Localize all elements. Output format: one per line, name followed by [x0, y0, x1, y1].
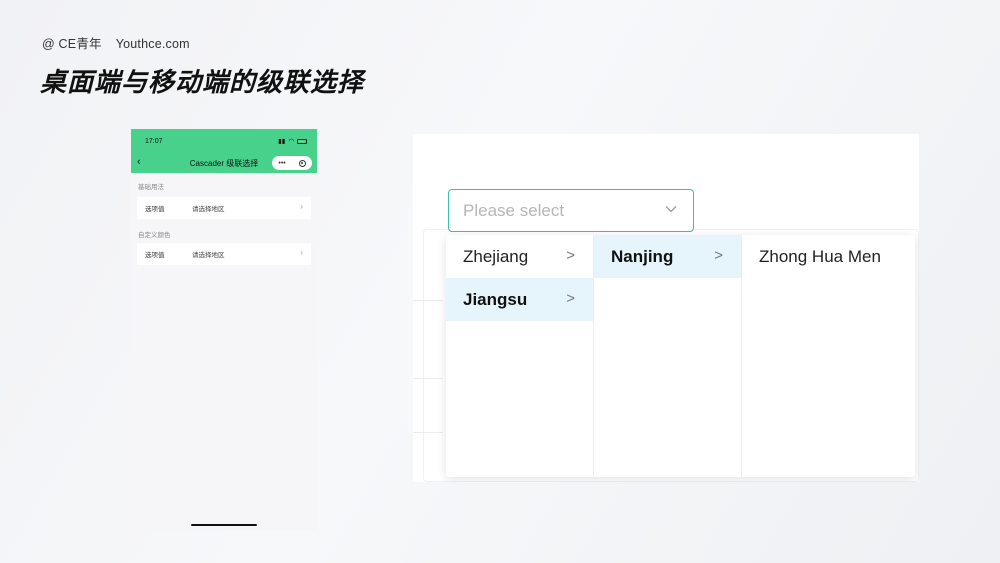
nav-title: Cascader 级联选择 [189, 158, 259, 168]
chevron-down-icon [665, 206, 677, 213]
desktop-screen: Please select Zhejiang > Jiangsu > Nanji… [413, 134, 919, 482]
cell-label: 选项值 [145, 206, 165, 213]
cascader-column-city: Nanjing > [594, 235, 742, 477]
divider [413, 432, 443, 433]
nav-bar: ‹ Cascader 级联选择 ••• [131, 153, 317, 173]
option-zhong-hua-men[interactable]: Zhong Hua Men [742, 235, 915, 278]
divider [413, 300, 443, 301]
back-icon[interactable]: ‹ [137, 156, 141, 168]
home-indicator [191, 524, 257, 526]
cell-label: 选项值 [145, 252, 165, 259]
brand-handle: @ CE青年 [42, 37, 102, 51]
cascader-dropdown: Zhejiang > Jiangsu > Nanjing > Zhong Hua… [446, 235, 915, 477]
cell-value: 请选择地区 [192, 206, 225, 213]
option-zhejiang[interactable]: Zhejiang > [446, 235, 593, 278]
chevron-right-icon: › [300, 202, 303, 211]
option-nanjing[interactable]: Nanjing > [594, 235, 741, 278]
option-label: Nanjing [611, 246, 674, 266]
status-bar: 17:07 ▮▮ ◠ [131, 129, 317, 153]
wifi-icon: ◠ [288, 138, 294, 145]
select-placeholder: Please select [463, 200, 565, 220]
status-icons: ▮▮ ◠ [278, 137, 307, 145]
chevron-right-icon: > [714, 247, 723, 264]
cascader-cell-custom[interactable]: 选项值 请选择地区 › [137, 243, 311, 265]
close-target-icon[interactable] [298, 159, 306, 167]
option-label: Jiangsu [463, 289, 528, 309]
chevron-right-icon: › [300, 248, 303, 257]
option-jiangsu[interactable]: Jiangsu > [446, 278, 593, 321]
divider [413, 378, 443, 379]
more-icon[interactable]: ••• [278, 160, 285, 167]
cascader-column-province: Zhejiang > Jiangsu > [446, 235, 594, 477]
brand-site: Youthce.com [115, 37, 190, 51]
section-custom-color-label: 自定义颜色 [138, 232, 171, 239]
chevron-right-icon: > [566, 247, 575, 264]
cascader-column-district: Zhong Hua Men [742, 235, 915, 477]
option-label: Zhejiang [463, 246, 529, 266]
cell-value: 请选择地区 [192, 252, 225, 259]
signal-icon: ▮▮ [278, 138, 286, 145]
headline: 桌面端与移动端的级联选择 [40, 68, 365, 98]
cascader-cell-basic[interactable]: 选项值 请选择地区 › [137, 197, 311, 219]
section-basic-label: 基础用法 [138, 184, 164, 191]
status-time: 17:07 [145, 137, 163, 145]
battery-icon [297, 138, 307, 144]
chevron-right-icon: > [566, 290, 575, 307]
brand-line: @ CE青年 Youthce.com [42, 33, 190, 52]
cascader-select[interactable]: Please select [448, 189, 694, 232]
option-label: Zhong Hua Men [759, 246, 881, 266]
mini-program-capsule[interactable]: ••• [272, 156, 312, 170]
mobile-screen: 17:07 ▮▮ ◠ ‹ Cascader 级联选择 ••• 基础用法 选项值 … [131, 129, 317, 530]
